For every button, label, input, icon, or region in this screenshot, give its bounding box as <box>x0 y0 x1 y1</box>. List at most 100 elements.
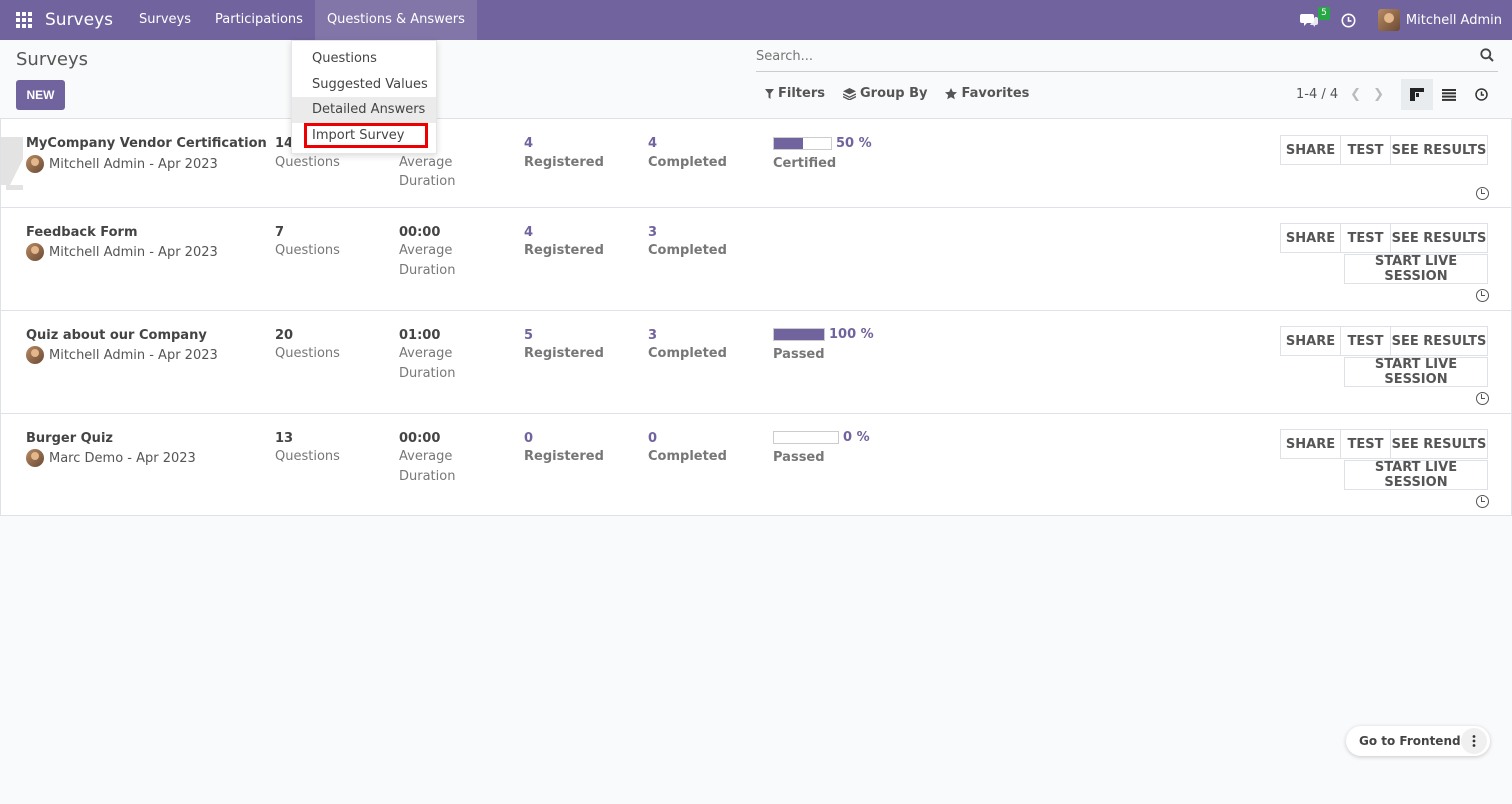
survey-name: MyCompany Vendor Certification <box>26 136 267 151</box>
share-button[interactable]: SHARE <box>1280 326 1341 356</box>
survey-card[interactable]: Feedback Form Mitchell Admin - Apr 2023 … <box>0 207 1512 310</box>
dropdown-item-questions[interactable]: Questions <box>292 46 436 72</box>
average-duration: 00:00 <box>399 225 441 240</box>
test-button[interactable]: TEST <box>1340 135 1391 165</box>
owner-text: Mitchell Admin - Apr 2023 <box>49 347 218 363</box>
duration-label-1: Average <box>399 155 453 170</box>
dropdown-item-detailed-answers[interactable]: Detailed Answers <box>292 97 436 123</box>
search-input[interactable] <box>756 49 1480 64</box>
completed-count[interactable]: 3 <box>648 328 657 343</box>
see-results-button[interactable]: SEE RESULTS <box>1390 429 1488 459</box>
go-to-frontend-widget: Go to Frontend <box>1346 726 1490 756</box>
see-results-button[interactable]: SEE RESULTS <box>1390 326 1488 356</box>
registered-count[interactable]: 0 <box>524 431 533 446</box>
search-bar <box>756 42 1498 72</box>
dropdown-item-suggested-values[interactable]: Suggested Values <box>292 72 436 98</box>
result-label: Certified <box>773 156 837 171</box>
favorites-button[interactable]: Favorites <box>945 86 1029 101</box>
success-progress: 50 % <box>773 136 872 151</box>
owner-avatar <box>26 155 44 173</box>
pager-next-icon[interactable]: ❯ <box>1373 87 1384 102</box>
menu-participations[interactable]: Participations <box>203 0 315 40</box>
registered-label: Registered <box>524 346 604 361</box>
activity-clock-icon[interactable] <box>1334 0 1364 40</box>
favorites-label: Favorites <box>961 86 1030 101</box>
share-button[interactable]: SHARE <box>1280 223 1341 253</box>
pager-previous-icon[interactable]: ❮ <box>1350 87 1361 102</box>
owner-avatar <box>26 346 44 364</box>
survey-owner: Mitchell Admin - Apr 2023 <box>26 346 218 364</box>
result-label: Passed <box>773 347 825 362</box>
survey-owner: Marc Demo - Apr 2023 <box>26 449 196 467</box>
new-button[interactable]: NEW <box>16 80 65 110</box>
test-button[interactable]: TEST <box>1340 326 1391 356</box>
questions-label: Questions <box>275 449 340 464</box>
survey-owner: Mitchell Admin - Apr 2023 <box>26 243 218 261</box>
group-by-button[interactable]: Group By <box>842 86 927 101</box>
survey-card[interactable]: Burger Quiz Marc Demo - Apr 2023 13 Ques… <box>0 413 1512 516</box>
completed-label: Completed <box>648 346 727 361</box>
go-to-frontend-button[interactable]: Go to Frontend <box>1346 734 1461 748</box>
questions-label: Questions <box>275 155 340 170</box>
list-view-button[interactable] <box>1433 79 1465 110</box>
activity-clock-icon[interactable] <box>1476 392 1489 405</box>
pager-value[interactable]: 1-4 / 4 <box>1296 87 1338 102</box>
survey-name: Burger Quiz <box>26 431 113 446</box>
completed-label: Completed <box>648 449 727 464</box>
user-menu[interactable]: Mitchell Admin <box>1377 9 1502 31</box>
duration-label-1: Average <box>399 346 453 361</box>
start-live-session-button[interactable]: START LIVE SESSION <box>1344 357 1488 387</box>
registered-label: Registered <box>524 449 604 464</box>
survey-name: Feedback Form <box>26 225 138 240</box>
owner-text: Mitchell Admin - Apr 2023 <box>49 156 218 172</box>
filter-icon <box>765 88 774 99</box>
activity-view-button[interactable] <box>1465 79 1497 110</box>
messages-icon[interactable]: 5 <box>1294 0 1330 40</box>
user-avatar <box>1377 9 1400 31</box>
registered-count[interactable]: 4 <box>524 225 533 240</box>
search-icon[interactable] <box>1480 47 1494 66</box>
activity-clock-icon[interactable] <box>1476 187 1489 200</box>
result-label: Passed <box>773 450 825 465</box>
messages-count-badge: 5 <box>1318 7 1330 20</box>
more-options-icon[interactable] <box>1461 728 1487 754</box>
progress-fill <box>774 138 803 149</box>
apps-menu-icon[interactable] <box>0 0 48 40</box>
menu-surveys[interactable]: Surveys <box>127 0 203 40</box>
kanban-view-icon <box>1410 88 1424 101</box>
duration-label-2: Duration <box>399 366 456 381</box>
test-button[interactable]: TEST <box>1340 429 1391 459</box>
survey-card[interactable]: Quiz about our Company Mitchell Admin - … <box>0 310 1512 413</box>
see-results-button[interactable]: SEE RESULTS <box>1390 223 1488 253</box>
user-name: Mitchell Admin <box>1405 12 1502 28</box>
list-view-icon <box>1442 88 1456 101</box>
share-button[interactable]: SHARE <box>1280 135 1341 165</box>
owner-avatar <box>26 449 44 467</box>
filters-button[interactable]: Filters <box>765 86 825 101</box>
owner-text: Marc Demo - Apr 2023 <box>49 450 196 466</box>
completed-count[interactable]: 3 <box>648 225 657 240</box>
completed-count[interactable]: 4 <box>648 136 657 151</box>
completed-count[interactable]: 0 <box>648 431 657 446</box>
start-live-session-button[interactable]: START LIVE SESSION <box>1344 460 1488 490</box>
activity-clock-icon[interactable] <box>1476 495 1489 508</box>
registered-count[interactable]: 5 <box>524 328 533 343</box>
survey-card[interactable]: MyCompany Vendor Certification Mitchell … <box>0 118 1512 207</box>
duration-label-2: Duration <box>399 263 456 278</box>
questions-count: 13 <box>275 431 294 446</box>
kanban-view-button[interactable] <box>1401 79 1433 110</box>
registered-count[interactable]: 4 <box>524 136 533 151</box>
share-button[interactable]: SHARE <box>1280 429 1341 459</box>
test-button[interactable]: TEST <box>1340 223 1391 253</box>
see-results-button[interactable]: SEE RESULTS <box>1390 135 1488 165</box>
survey-name: Quiz about our Company <box>26 328 207 343</box>
certification-ribbon-icon <box>1 137 23 190</box>
survey-list: MyCompany Vendor Certification Mitchell … <box>0 118 1512 516</box>
survey-owner: Mitchell Admin - Apr 2023 <box>26 155 218 173</box>
app-brand[interactable]: Surveys <box>45 10 113 30</box>
activity-clock-icon[interactable] <box>1476 289 1489 302</box>
start-live-session-button[interactable]: START LIVE SESSION <box>1344 254 1488 284</box>
dropdown-item-import-survey[interactable]: Import Survey <box>304 122 428 148</box>
duration-label-2: Duration <box>399 174 456 189</box>
menu-questions-answers[interactable]: Questions & Answers <box>314 0 477 40</box>
